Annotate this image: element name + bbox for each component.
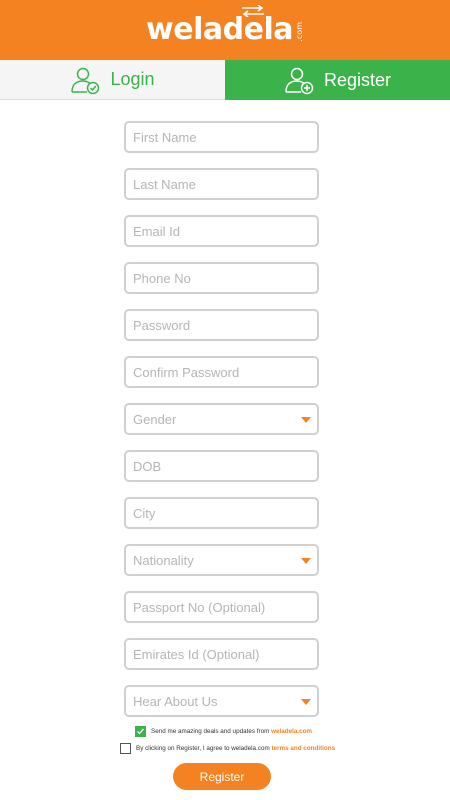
confirm-password-input[interactable] [126,358,317,386]
auth-tabs: Login Register [0,60,450,100]
hear-about-select-value: Hear About Us [133,694,218,709]
city-field [124,497,319,529]
phone-input[interactable] [126,264,317,292]
logo-text: weladela [146,12,293,47]
tab-register[interactable]: Register [225,60,450,100]
phone-field [124,262,319,294]
city-input[interactable] [126,499,317,527]
terms-link[interactable]: terms and conditions [271,745,335,752]
dob-field [124,450,319,482]
password-input[interactable] [126,311,317,339]
confirm-password-field [124,356,319,388]
passport-field [124,591,319,623]
tab-login[interactable]: Login [0,60,225,100]
dropdown-caret-icon [301,558,311,564]
register-button[interactable]: Register [173,763,271,790]
first-name-input[interactable] [126,123,317,151]
terms-checkbox[interactable] [120,743,131,754]
first-name-field [124,121,319,153]
checkmark-icon [137,728,145,735]
weladela-logo: weladela .com [146,5,304,47]
hear-about-select[interactable]: Hear About Us [124,685,319,717]
dob-input[interactable] [126,452,317,480]
logo-suffix: .com [294,22,304,42]
gender-select-value: Gender [133,412,177,427]
dropdown-caret-icon [301,699,311,705]
nationality-select-value: Nationality [133,553,194,568]
gender-select[interactable]: Gender [124,403,319,435]
registration-form: Gender Nationality Hear About Us [124,121,319,732]
app-header: weladela .com [0,0,450,60]
emirates-id-field [124,638,319,670]
email-field [124,215,319,247]
dropdown-caret-icon [301,417,311,423]
newsletter-checkbox[interactable] [135,726,146,737]
newsletter-consent: Send me amazing deals and updates from w… [135,726,312,737]
password-field [124,309,319,341]
emirates-id-input[interactable] [126,640,317,668]
newsletter-text: Send me amazing deals and updates from [151,728,270,735]
user-check-icon [71,67,100,94]
tab-register-label: Register [323,69,392,90]
exchange-arrows-icon [242,5,265,17]
tab-login-label: Login [110,69,155,89]
user-add-icon [285,67,314,95]
email-input[interactable] [126,217,317,245]
last-name-input[interactable] [126,170,317,198]
weladela-link[interactable]: weladela.com [271,728,312,735]
terms-text: By clicking on Register, I agree to wela… [136,745,270,752]
passport-input[interactable] [126,593,317,621]
terms-consent: By clicking on Register, I agree to wela… [120,743,335,754]
nationality-select[interactable]: Nationality [124,544,319,576]
last-name-field [124,168,319,200]
